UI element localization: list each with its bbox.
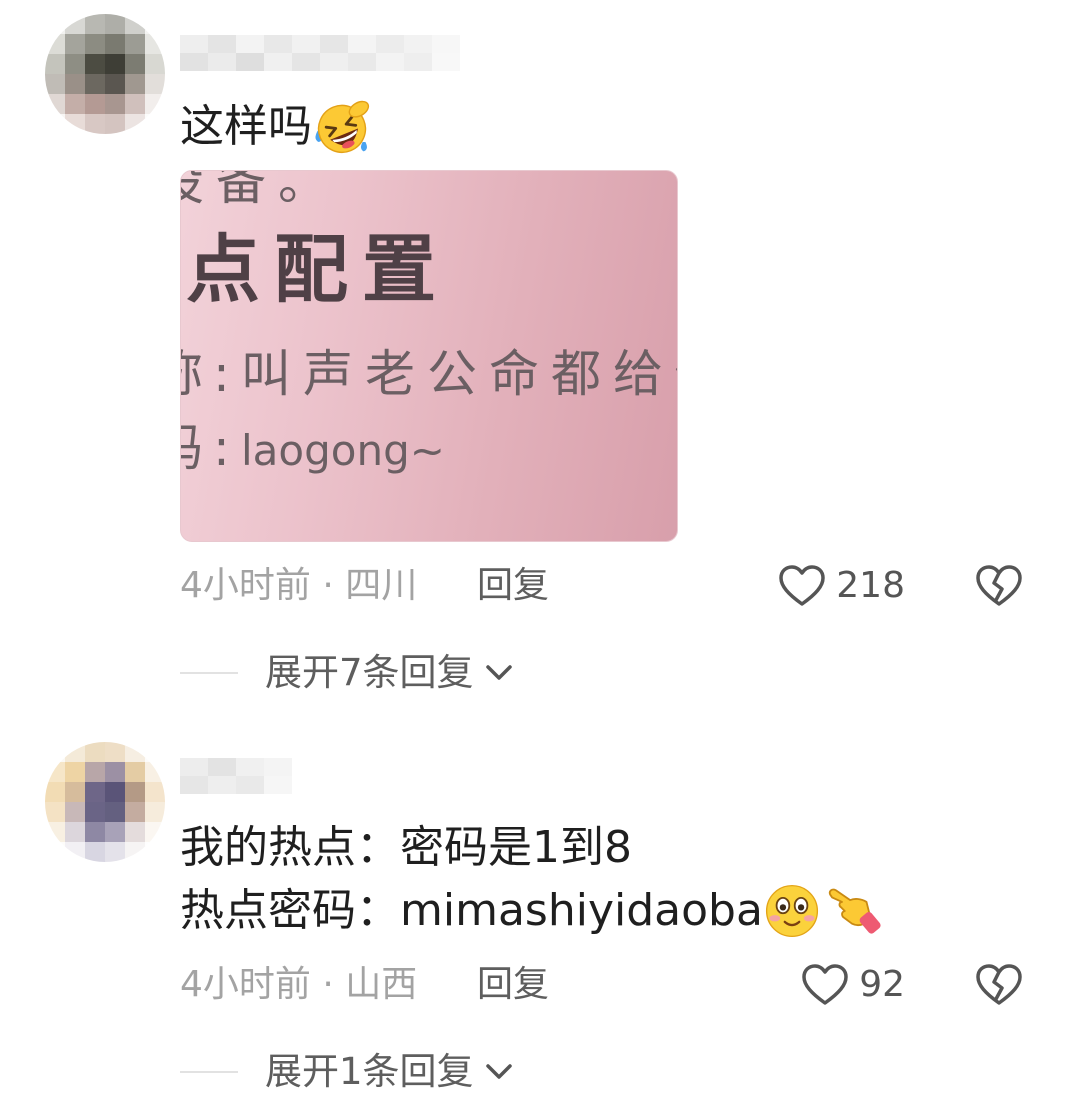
avatar[interactable] <box>45 742 165 862</box>
divider-line <box>180 672 238 674</box>
image-text-line: laogong~ <box>241 426 445 475</box>
reply-button[interactable]: 回复 <box>477 964 549 1006</box>
dislike-button[interactable] <box>975 962 1023 1008</box>
comment-text: 我的热点：密码是1到8 <box>180 820 632 876</box>
like-count: 218 <box>836 565 905 606</box>
avatar[interactable] <box>45 14 165 134</box>
expand-replies-label: 展开7条回复 <box>265 651 474 694</box>
comment-list: 这样吗 设备。 点配置 称: 叫声老公命都给你 码: laogong~ 4小时前… <box>0 0 1080 1117</box>
username-redacted[interactable] <box>180 758 292 794</box>
expand-replies-label: 展开1条回复 <box>265 1050 474 1093</box>
shy-smile-emoji-icon <box>765 884 818 938</box>
chevron-down-icon <box>485 665 512 680</box>
broken-heart-icon <box>976 964 1022 1005</box>
like-button[interactable]: 92 <box>801 962 905 1008</box>
heart-icon <box>802 964 848 1005</box>
broken-heart-icon <box>976 565 1022 606</box>
like-button[interactable]: 218 <box>778 563 905 609</box>
comment-timestamp-location: 4小时前 · 四川 <box>180 565 418 606</box>
heart-icon <box>779 565 826 606</box>
chevron-down-icon <box>485 1064 512 1079</box>
comment-timestamp-location: 4小时前 · 山西 <box>180 964 418 1005</box>
pointing-hand-emoji-icon <box>828 888 881 934</box>
username-redacted[interactable] <box>180 35 460 71</box>
image-text-label: 称: <box>181 345 240 403</box>
comment-text-content: 热点密码：mimashiyidaoba <box>180 885 763 936</box>
image-text-line: 设备。 <box>181 170 340 211</box>
expand-replies-button[interactable]: 展开1条回复 <box>180 1051 514 1093</box>
reply-button[interactable]: 回复 <box>477 565 549 607</box>
dislike-button[interactable] <box>975 563 1023 609</box>
rofl-emoji-icon <box>315 100 370 154</box>
image-text-line: 叫声老公命都给你 <box>241 345 677 403</box>
image-text-line: 点配置 <box>186 227 450 313</box>
comment-text-content: 这样吗 <box>180 101 312 152</box>
divider-line <box>180 1071 238 1073</box>
comment-image-attachment[interactable]: 设备。 点配置 称: 叫声老公命都给你 码: laogong~ <box>180 170 678 542</box>
like-count: 92 <box>859 964 905 1005</box>
expand-replies-button[interactable]: 展开7条回复 <box>180 652 514 694</box>
comment-text-content: 我的热点：密码是1到8 <box>180 822 632 873</box>
image-text-label: 码: <box>181 419 240 477</box>
comment-text: 热点密码：mimashiyidaoba <box>180 882 883 940</box>
comment-text: 这样吗 <box>180 97 372 157</box>
